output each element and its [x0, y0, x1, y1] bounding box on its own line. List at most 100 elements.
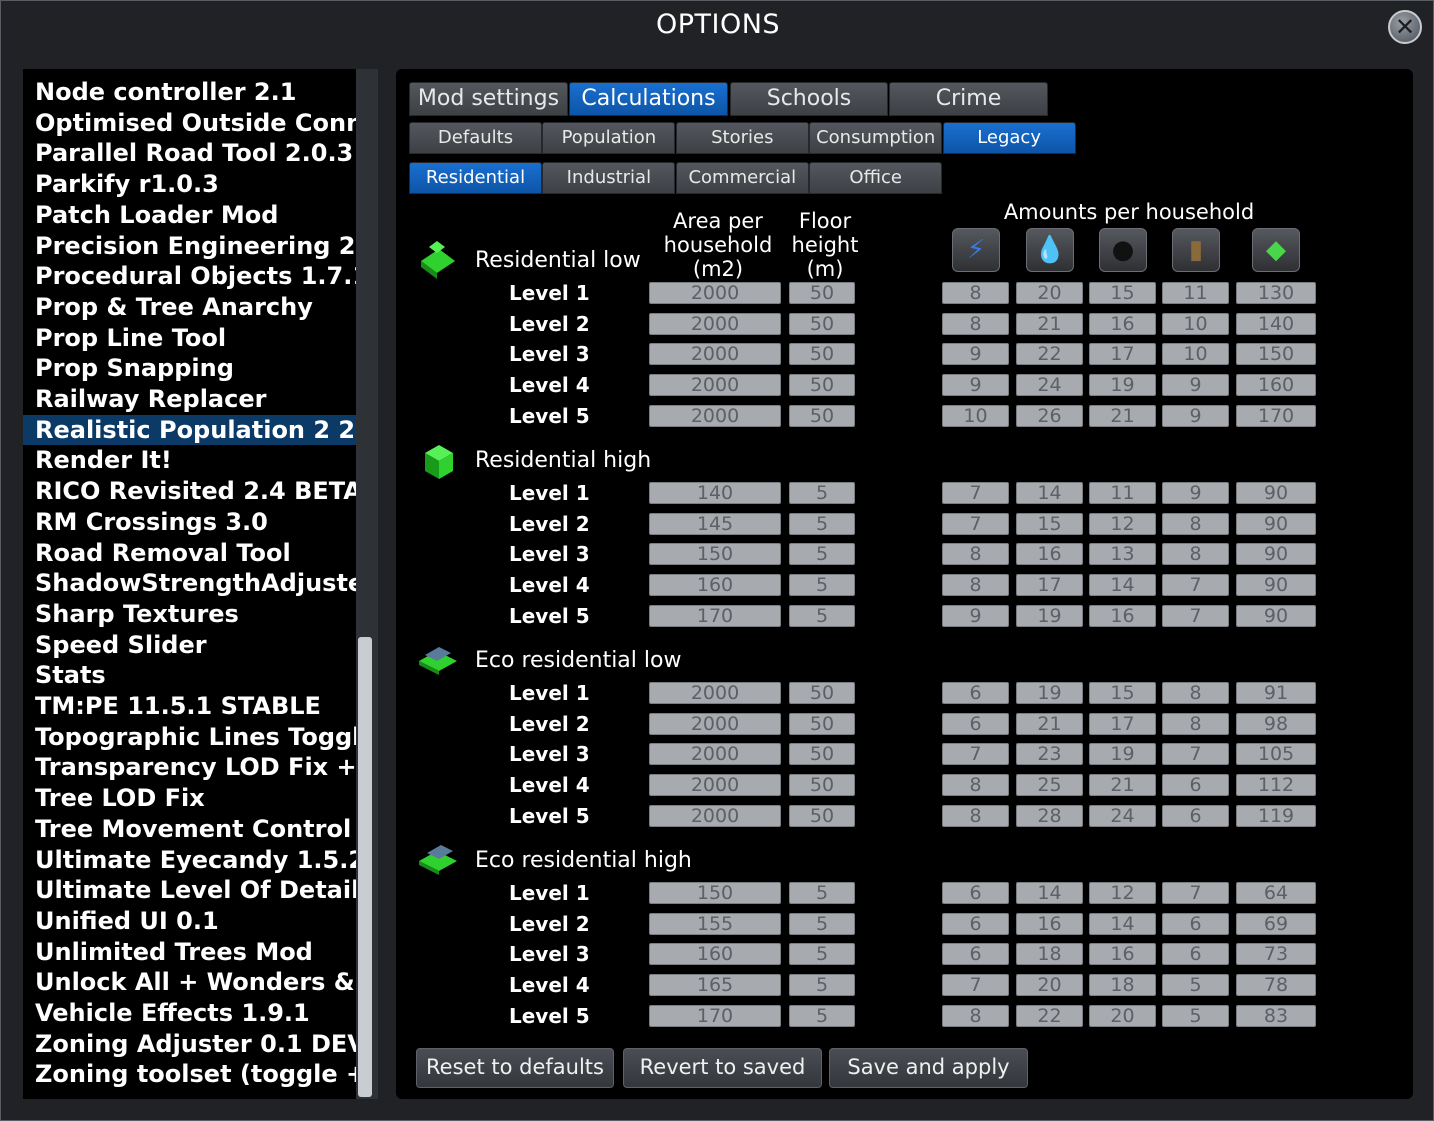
- floor-height-field[interactable]: 5: [789, 1004, 855, 1027]
- sewage-field[interactable]: 14: [1089, 574, 1156, 597]
- electricity-field[interactable]: 8: [942, 312, 1009, 335]
- tab-population[interactable]: Population: [542, 122, 676, 154]
- garbage-field[interactable]: 5: [1162, 1004, 1229, 1027]
- electricity-field[interactable]: 6: [942, 912, 1009, 935]
- water-field[interactable]: 15: [1016, 512, 1083, 535]
- mod-list-item[interactable]: Realistic Population 2 2.0 E: [23, 414, 356, 445]
- water-field[interactable]: 20: [1016, 282, 1083, 304]
- area-per-household-field[interactable]: 170: [649, 1004, 781, 1027]
- tab-commercial[interactable]: Commercial: [675, 162, 809, 194]
- water-field[interactable]: 22: [1016, 343, 1083, 366]
- electricity-field[interactable]: 7: [942, 482, 1009, 504]
- garbage-field[interactable]: 9: [1162, 482, 1229, 504]
- sewage-field[interactable]: 13: [1089, 543, 1156, 566]
- floor-height-field[interactable]: 50: [789, 374, 855, 397]
- income-field[interactable]: 140: [1236, 312, 1316, 335]
- income-field[interactable]: 90: [1236, 604, 1316, 627]
- electricity-field[interactable]: 7: [942, 743, 1009, 766]
- tab-residential[interactable]: Residential: [409, 162, 542, 194]
- electricity-field[interactable]: 8: [942, 804, 1009, 827]
- electricity-field[interactable]: 6: [942, 943, 1009, 966]
- area-per-household-field[interactable]: 150: [649, 543, 781, 566]
- mod-list-item[interactable]: RM Crossings 3.0: [23, 507, 356, 537]
- floor-height-field[interactable]: 5: [789, 912, 855, 935]
- mod-list-scroll-thumb[interactable]: [358, 637, 372, 1097]
- floor-height-field[interactable]: 50: [789, 743, 855, 766]
- garbage-field[interactable]: 7: [1162, 882, 1229, 904]
- mod-list-item[interactable]: Speed Slider: [23, 630, 356, 660]
- mod-list-item[interactable]: Node controller 2.1: [23, 77, 356, 107]
- area-per-household-field[interactable]: 145: [649, 512, 781, 535]
- sewage-field[interactable]: 17: [1089, 343, 1156, 366]
- area-per-household-field[interactable]: 2000: [649, 343, 781, 366]
- mod-list-item[interactable]: Prop Line Tool: [23, 323, 356, 353]
- tab-office[interactable]: Office: [809, 162, 943, 194]
- mod-list-item[interactable]: Topographic Lines Toggle: [23, 722, 356, 752]
- tab-crime[interactable]: Crime: [889, 82, 1048, 116]
- area-per-household-field[interactable]: 2000: [649, 404, 781, 427]
- water-field[interactable]: 22: [1016, 1004, 1083, 1027]
- floor-height-field[interactable]: 50: [789, 312, 855, 335]
- area-per-household-field[interactable]: 160: [649, 943, 781, 966]
- income-field[interactable]: 78: [1236, 974, 1316, 997]
- floor-height-field[interactable]: 50: [789, 343, 855, 366]
- mod-list-item[interactable]: Tree LOD Fix: [23, 783, 356, 813]
- sewage-field[interactable]: 12: [1089, 512, 1156, 535]
- tab-schools[interactable]: Schools: [730, 82, 888, 116]
- area-per-household-field[interactable]: 140: [649, 482, 781, 504]
- water-field[interactable]: 16: [1016, 912, 1083, 935]
- income-field[interactable]: 98: [1236, 712, 1316, 735]
- garbage-field[interactable]: 9: [1162, 404, 1229, 427]
- income-field[interactable]: 119: [1236, 804, 1316, 827]
- mod-list-item[interactable]: TM:PE 11.5.1 STABLE: [23, 691, 356, 721]
- garbage-field[interactable]: 9: [1162, 374, 1229, 397]
- area-per-household-field[interactable]: 165: [649, 974, 781, 997]
- reset-to-defaults-button[interactable]: Reset to defaults: [416, 1048, 614, 1088]
- area-per-household-field[interactable]: 160: [649, 574, 781, 597]
- tab-mod-settings[interactable]: Mod settings: [409, 82, 568, 116]
- sewage-field[interactable]: 16: [1089, 604, 1156, 627]
- tab-calculations[interactable]: Calculations: [569, 82, 728, 116]
- sewage-field[interactable]: 15: [1089, 282, 1156, 304]
- mod-list-item[interactable]: Precision Engineering 2.0: [23, 231, 356, 261]
- floor-height-field[interactable]: 50: [789, 682, 855, 704]
- mod-list-scrollbar[interactable]: [356, 69, 378, 1099]
- mod-list-item[interactable]: Procedural Objects 1.7.1: [23, 261, 356, 291]
- income-field[interactable]: 160: [1236, 374, 1316, 397]
- area-per-household-field[interactable]: 2000: [649, 712, 781, 735]
- mod-list-item[interactable]: Transparency LOD Fix + Cl: [23, 752, 356, 782]
- sewage-field[interactable]: 14: [1089, 912, 1156, 935]
- mod-list-item[interactable]: Tree Movement Control: [23, 814, 356, 844]
- floor-height-field[interactable]: 5: [789, 604, 855, 627]
- mod-list-item[interactable]: Unlock All + Wonders & La: [23, 967, 356, 997]
- electricity-field[interactable]: 9: [942, 604, 1009, 627]
- electricity-field[interactable]: 8: [942, 1004, 1009, 1027]
- close-icon[interactable]: ✕: [1388, 10, 1422, 44]
- mod-list-item[interactable]: Ultimate Level Of Detail (U: [23, 875, 356, 905]
- floor-height-field[interactable]: 50: [789, 282, 855, 304]
- sewage-field[interactable]: 18: [1089, 974, 1156, 997]
- electricity-field[interactable]: 6: [942, 882, 1009, 904]
- water-field[interactable]: 19: [1016, 604, 1083, 627]
- sewage-field[interactable]: 24: [1089, 804, 1156, 827]
- sewage-field[interactable]: 12: [1089, 882, 1156, 904]
- mod-list-item[interactable]: Stats: [23, 660, 356, 690]
- income-field[interactable]: 90: [1236, 482, 1316, 504]
- electricity-field[interactable]: 7: [942, 974, 1009, 997]
- mod-list-item[interactable]: Unified UI 0.1: [23, 906, 356, 936]
- floor-height-field[interactable]: 5: [789, 882, 855, 904]
- electricity-field[interactable]: 8: [942, 774, 1009, 797]
- save-and-apply-button[interactable]: Save and apply: [829, 1048, 1028, 1088]
- electricity-field[interactable]: 9: [942, 374, 1009, 397]
- revert-to-saved-button[interactable]: Revert to saved: [623, 1048, 822, 1088]
- income-field[interactable]: 90: [1236, 543, 1316, 566]
- floor-height-field[interactable]: 5: [789, 974, 855, 997]
- water-field[interactable]: 21: [1016, 312, 1083, 335]
- tab-defaults[interactable]: Defaults: [409, 122, 542, 154]
- garbage-field[interactable]: 8: [1162, 682, 1229, 704]
- floor-height-field[interactable]: 5: [789, 482, 855, 504]
- sewage-field[interactable]: 21: [1089, 404, 1156, 427]
- area-per-household-field[interactable]: 2000: [649, 374, 781, 397]
- water-field[interactable]: 19: [1016, 682, 1083, 704]
- electricity-field[interactable]: 9: [942, 343, 1009, 366]
